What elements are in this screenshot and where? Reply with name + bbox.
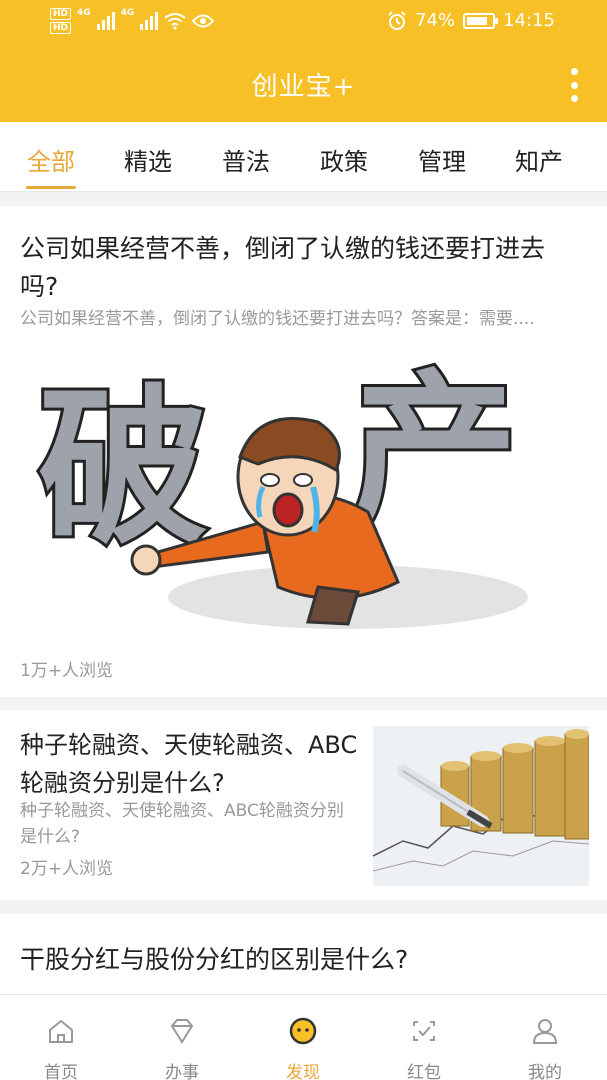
nav-services[interactable]: 办事 (132, 995, 232, 1080)
user-icon (532, 1019, 558, 1044)
hd-badge: HD (50, 22, 72, 34)
article-summary: 种子轮融资、天使轮融资、ABC轮融资分别是什么? (20, 801, 344, 847)
tab-all[interactable]: 全部 (16, 142, 86, 177)
more-options-icon[interactable] (567, 68, 581, 102)
article-card[interactable]: 干股分红与股份分红的区别是什么? (0, 914, 607, 994)
eye-icon (192, 14, 215, 28)
network-type: 4G (77, 8, 91, 18)
discover-icon (289, 1017, 317, 1045)
nav-label: 首页 (44, 1063, 78, 1080)
article-card[interactable]: 公司如果经营不善，倒闭了认缴的钱还要打进去吗? 公司如果经营不善，倒闭了认缴的钱… (0, 206, 607, 697)
tab-ip[interactable]: 知产 (504, 142, 574, 177)
article-title: 种子轮融资、天使轮融资、ABC轮融资分别是什么? (20, 731, 358, 797)
signal-icon (96, 12, 115, 30)
bottom-nav: 首页 办事 发现 红包 我的 (0, 994, 607, 1080)
tab-policy[interactable]: 政策 (309, 142, 379, 177)
app-header: HD HD 4G 4G 74% 14:15 创业宝+ (0, 0, 607, 122)
signal-icon (140, 12, 159, 30)
active-tab-indicator (26, 186, 76, 189)
article-title: 公司如果经营不善，倒闭了认缴的钱还要打进去吗? (20, 234, 546, 301)
tab-management[interactable]: 管理 (407, 142, 477, 177)
alarm-icon (388, 10, 406, 30)
nav-label: 发现 (286, 1063, 320, 1080)
diamond-icon (170, 1019, 194, 1044)
view-count: 2万+人浏览 (20, 859, 114, 879)
nav-mine[interactable]: 我的 (495, 995, 595, 1080)
status-bar: HD HD 4G 4G 74% 14:15 (0, 0, 607, 46)
home-icon (49, 1019, 73, 1043)
nav-home[interactable]: 首页 (11, 995, 111, 1080)
nav-label: 红包 (407, 1063, 441, 1080)
hd-badge: HD (50, 8, 72, 20)
page-title: 创业宝+ (251, 72, 356, 102)
clock: 14:15 (503, 10, 555, 31)
wifi-icon (164, 13, 186, 30)
article-card[interactable]: 种子轮融资、天使轮融资、ABC轮融资分别是什么? 种子轮融资、天使轮融资、ABC… (0, 710, 607, 900)
view-count: 1万+人浏览 (20, 661, 114, 681)
network-type: 4G (120, 8, 135, 18)
article-title: 干股分红与股份分红的区别是什么? (20, 945, 409, 974)
redpacket-icon (413, 1021, 435, 1041)
image-char-po: 破 (38, 370, 208, 568)
category-tabs: 全部 精选 普法 政策 管理 知产 (0, 122, 607, 192)
battery-icon (463, 12, 499, 29)
tab-law[interactable]: 普法 (211, 142, 281, 177)
nav-redpacket[interactable]: 红包 (374, 995, 474, 1080)
battery-percent: 74% (415, 10, 456, 31)
nav-label: 我的 (528, 1063, 562, 1080)
tab-featured[interactable]: 精选 (113, 142, 183, 177)
bankruptcy-illustration: 破 产 (18, 352, 588, 652)
nav-discover[interactable]: 发现 (253, 995, 353, 1080)
nav-label: 办事 (165, 1063, 199, 1080)
article-summary: 公司如果经营不善，倒闭了认缴的钱还要打进去吗？答案是：需要.... (20, 309, 535, 329)
coins-pen-thumbnail (373, 726, 589, 886)
